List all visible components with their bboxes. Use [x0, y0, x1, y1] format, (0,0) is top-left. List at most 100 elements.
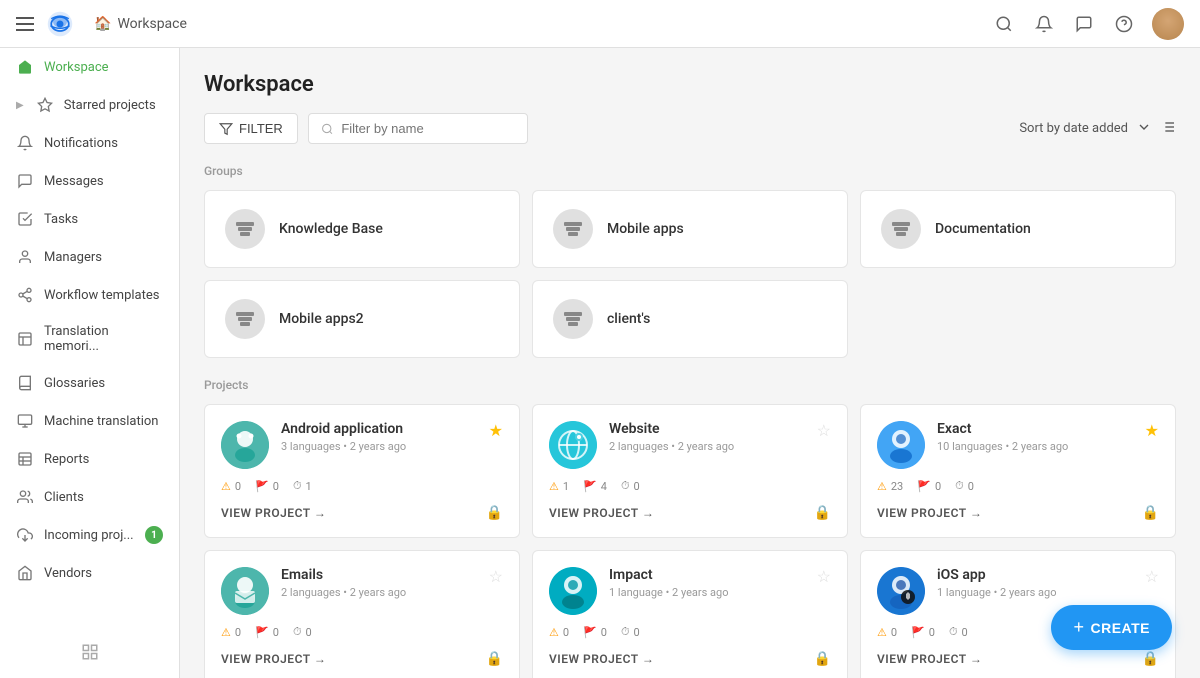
view-project-exact[interactable]: VIEW PROJECT →	[877, 506, 982, 520]
project-meta-exact: 10 languages • 2 years ago	[937, 440, 1133, 453]
group-card-mobile-apps[interactable]: Mobile apps	[532, 190, 848, 268]
sort-down-icon[interactable]	[1136, 119, 1152, 139]
sidebar-item-incoming[interactable]: Incoming proj... 1	[0, 516, 179, 554]
incoming-icon	[16, 526, 34, 544]
sidebar-item-reports[interactable]: Reports	[0, 440, 179, 478]
project-card-emails[interactable]: Emails 2 languages • 2 years ago ☆ ⚠0 🚩0…	[204, 550, 520, 678]
project-meta-website: 2 languages • 2 years ago	[609, 440, 805, 453]
group-name-knowledge-base: Knowledge Base	[279, 221, 383, 237]
group-card-knowledge-base[interactable]: Knowledge Base	[204, 190, 520, 268]
project-name-android: Android application	[281, 421, 477, 437]
app-body: Workspace ▶ Starred projects Notificatio…	[0, 48, 1200, 678]
create-label: CREATE	[1090, 620, 1150, 636]
groups-grid: Knowledge Base Mobile apps Documentation…	[204, 190, 1176, 358]
project-meta-android: 3 languages • 2 years ago	[281, 440, 477, 453]
comment-icon	[16, 172, 34, 190]
sidebar-item-glossaries[interactable]: Glossaries	[0, 364, 179, 402]
group-name-mobile-apps2: Mobile apps2	[279, 311, 364, 327]
group-card-clients[interactable]: client's	[532, 280, 848, 358]
project-card-exact[interactable]: Exact 10 languages • 2 years ago ★ ⚠23 🚩…	[860, 404, 1176, 538]
project-meta-impact: 1 language • 2 years ago	[609, 586, 805, 599]
sort-area: Sort by date added	[1019, 119, 1176, 139]
group-icon-documentation	[881, 209, 921, 249]
sidebar-item-vendors[interactable]: Vendors	[0, 554, 179, 592]
nav-breadcrumb-text: Workspace	[117, 16, 187, 32]
project-info-website: Website 2 languages • 2 years ago	[609, 421, 805, 453]
project-name-ios: iOS app	[937, 567, 1133, 583]
view-project-website[interactable]: VIEW PROJECT →	[549, 506, 654, 520]
hamburger-menu[interactable]	[16, 17, 34, 31]
project-info-emails: Emails 2 languages • 2 years ago	[281, 567, 477, 599]
project-card-website[interactable]: Website 2 languages • 2 years ago ☆ ⚠1 🚩…	[532, 404, 848, 538]
search-input[interactable]	[341, 121, 514, 136]
bell-icon	[16, 134, 34, 152]
sidebar-label-messages: Messages	[44, 174, 104, 189]
tasks-icon	[16, 210, 34, 228]
sidebar-label-machine: Machine translation	[44, 414, 158, 429]
projects-section-label: Projects	[204, 378, 1176, 392]
sidebar-item-messages[interactable]: Messages	[0, 162, 179, 200]
group-name-clients: client's	[607, 311, 650, 327]
group-name-documentation: Documentation	[935, 221, 1031, 237]
star-website[interactable]: ☆	[817, 421, 831, 440]
sidebar-item-managers[interactable]: Managers	[0, 238, 179, 276]
project-avatar-exact	[877, 421, 925, 469]
help-icon[interactable]	[1112, 12, 1136, 36]
machine-icon	[16, 412, 34, 430]
project-footer-emails: VIEW PROJECT → 🔒	[221, 651, 503, 667]
nav-breadcrumb: 🏠 Workspace	[94, 16, 187, 32]
project-stats-exact: ⚠23 🚩0 ⏱0	[877, 479, 1159, 493]
notifications-icon[interactable]	[1032, 12, 1056, 36]
glossaries-icon	[16, 374, 34, 392]
view-project-android[interactable]: VIEW PROJECT →	[221, 506, 326, 520]
view-project-emails[interactable]: VIEW PROJECT →	[221, 652, 326, 666]
sidebar-item-workflow[interactable]: Workflow templates	[0, 276, 179, 314]
star-impact[interactable]: ☆	[817, 567, 831, 586]
search-icon[interactable]	[992, 12, 1016, 36]
avatar[interactable]	[1152, 8, 1184, 40]
view-toggle-icon[interactable]	[1160, 119, 1176, 139]
clients-icon	[16, 488, 34, 506]
grid-icon[interactable]	[81, 643, 99, 666]
top-nav: 🏠 Workspace	[0, 0, 1200, 48]
nav-home-icon: 🏠	[94, 16, 111, 32]
star-exact[interactable]: ★	[1145, 421, 1159, 440]
view-project-ios[interactable]: VIEW PROJECT →	[877, 652, 982, 666]
sidebar-label-translation: Translation memori...	[44, 324, 163, 354]
sidebar-item-clients[interactable]: Clients	[0, 478, 179, 516]
sidebar-label-workspace: Workspace	[44, 60, 109, 75]
project-stats-emails: ⚠0 🚩0 ⏱0	[221, 625, 503, 639]
project-card-android[interactable]: Android application 3 languages • 2 year…	[204, 404, 520, 538]
project-info-impact: Impact 1 language • 2 years ago	[609, 567, 805, 599]
project-card-impact[interactable]: Impact 1 language • 2 years ago ☆ ⚠0 🚩0 …	[532, 550, 848, 678]
main-content: Workspace FILTER Sort by date added	[180, 48, 1200, 678]
project-info-exact: Exact 10 languages • 2 years ago	[937, 421, 1133, 453]
star-emails[interactable]: ☆	[489, 567, 503, 586]
project-stats-impact: ⚠0 🚩0 ⏱0	[549, 625, 831, 639]
create-button[interactable]: + CREATE	[1051, 605, 1172, 650]
sidebar-item-notifications[interactable]: Notifications	[0, 124, 179, 162]
sidebar-item-starred[interactable]: ▶ Starred projects	[0, 86, 179, 124]
sidebar-item-tasks[interactable]: Tasks	[0, 200, 179, 238]
group-card-mobile-apps2[interactable]: Mobile apps2	[204, 280, 520, 358]
workflow-icon	[16, 286, 34, 304]
toolbar: FILTER Sort by date added	[204, 113, 1176, 144]
sidebar-item-machine[interactable]: Machine translation	[0, 402, 179, 440]
sidebar-item-translation[interactable]: Translation memori...	[0, 314, 179, 364]
project-info-android: Android application 3 languages • 2 year…	[281, 421, 477, 453]
sidebar-label-incoming: Incoming proj...	[44, 528, 134, 543]
groups-section-label: Groups	[204, 164, 1176, 178]
group-card-documentation[interactable]: Documentation	[860, 190, 1176, 268]
project-avatar-website	[549, 421, 597, 469]
filter-button[interactable]: FILTER	[204, 113, 298, 144]
filter-icon	[219, 122, 233, 136]
create-plus-icon: +	[1073, 617, 1084, 638]
group-icon-knowledge-base	[225, 209, 265, 249]
view-project-impact[interactable]: VIEW PROJECT →	[549, 652, 654, 666]
sidebar-label-tasks: Tasks	[44, 212, 78, 227]
sidebar-item-workspace[interactable]: Workspace	[0, 48, 179, 86]
project-meta-ios: 1 language • 2 years ago	[937, 586, 1133, 599]
star-ios[interactable]: ☆	[1145, 567, 1159, 586]
star-android[interactable]: ★	[489, 421, 503, 440]
messages-icon[interactable]	[1072, 12, 1096, 36]
